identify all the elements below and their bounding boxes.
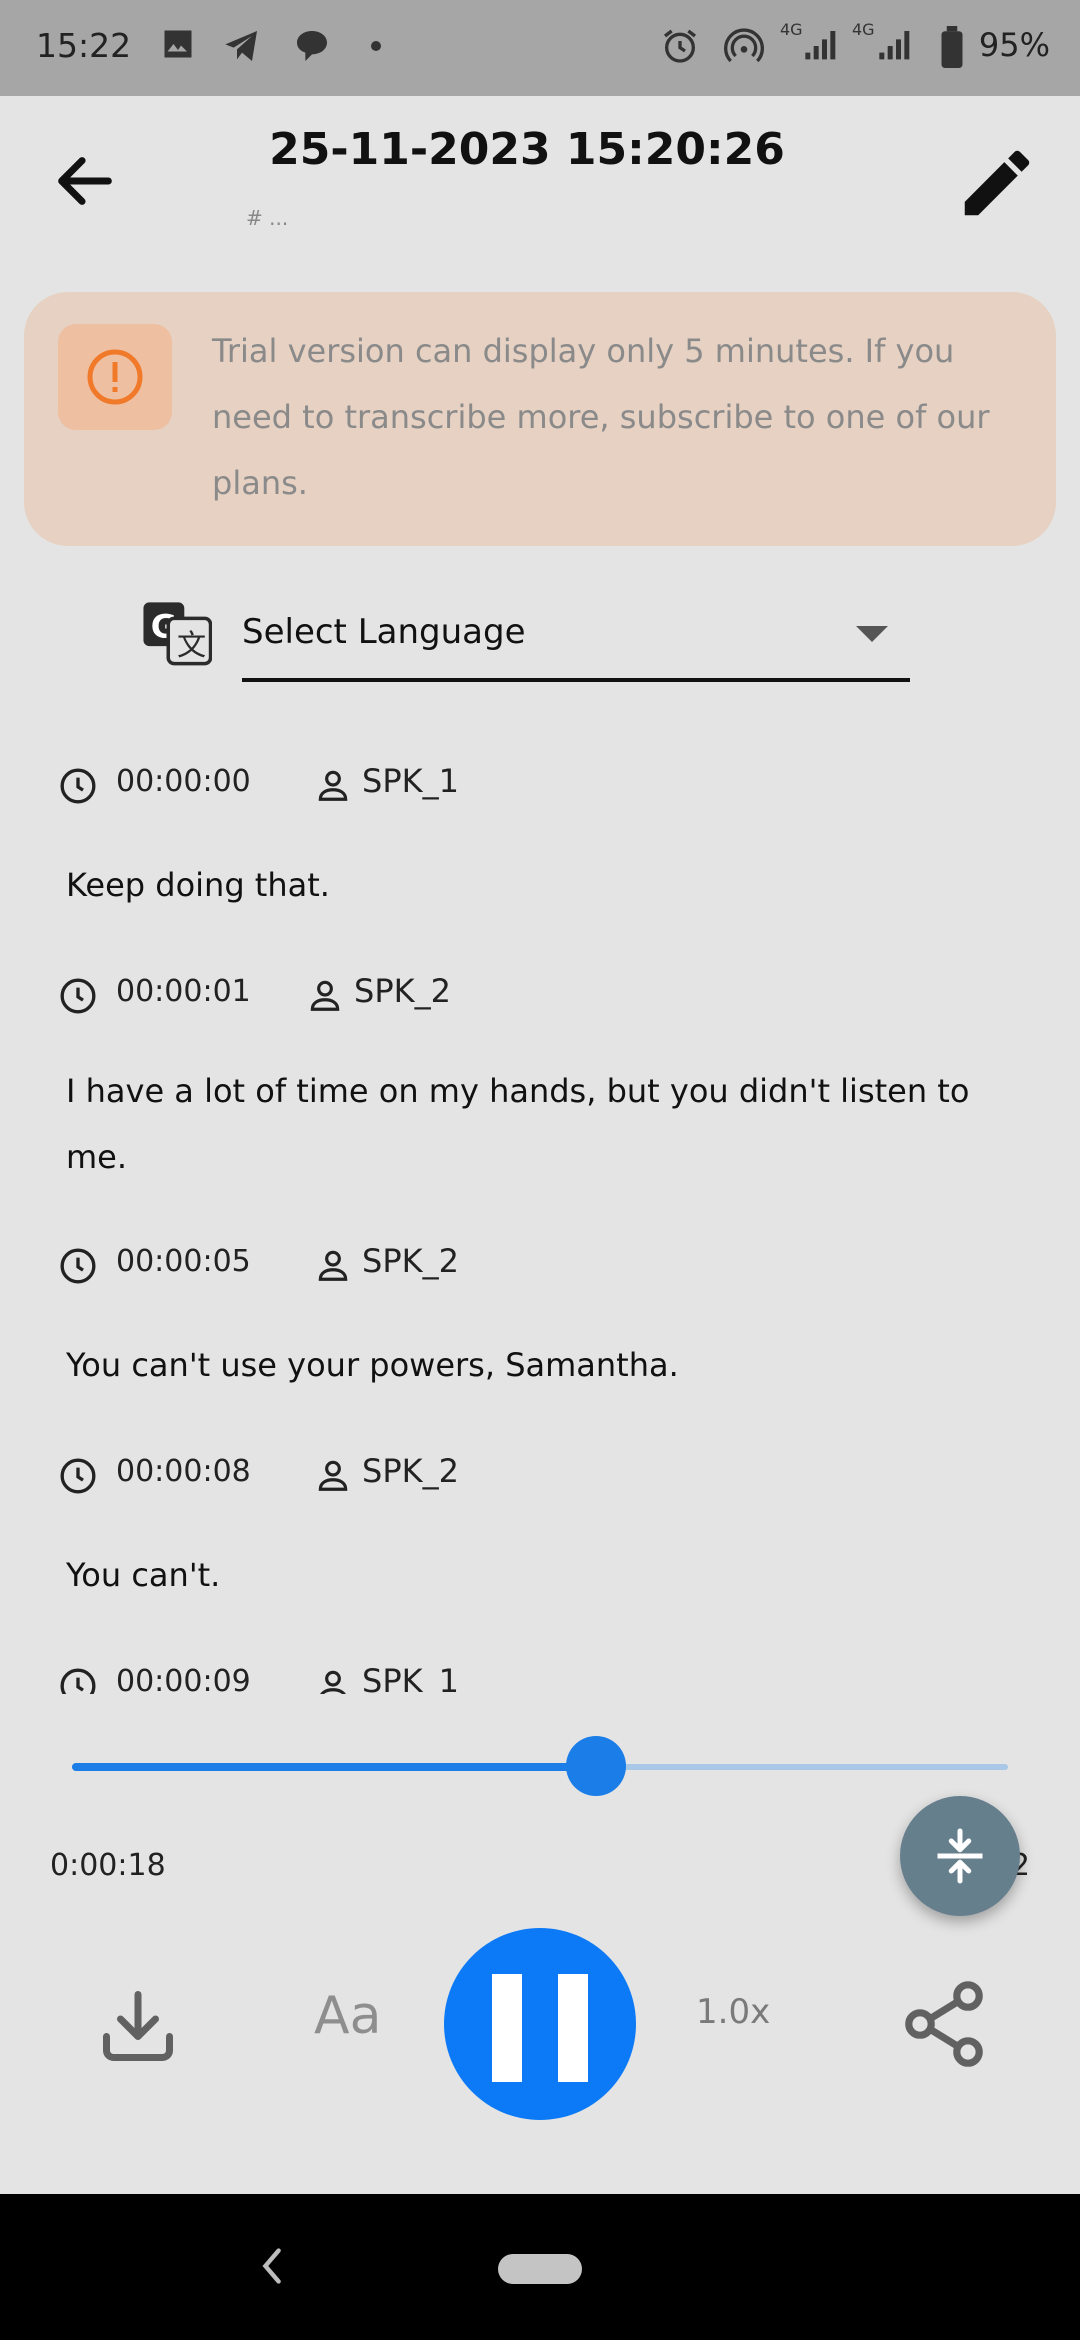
transcript-timestamp: 00:00:09 bbox=[116, 1664, 251, 1694]
warning-icon-box bbox=[58, 324, 172, 430]
pause-icon-bar-2 bbox=[558, 1974, 588, 2082]
speaker-label: SPK_2 bbox=[354, 972, 451, 1010]
language-dropdown[interactable]: Select Language bbox=[242, 596, 910, 682]
translate-icon: G 文 bbox=[143, 602, 212, 666]
chat-bubble-icon bbox=[297, 31, 327, 61]
telegram-icon bbox=[225, 31, 257, 61]
collapse-fab[interactable] bbox=[900, 1796, 1020, 1916]
app-bar: 25-11-2023 15:20:26 # ... bbox=[0, 96, 1080, 276]
transcript-timestamp: 00:00:05 bbox=[116, 1244, 251, 1279]
pause-icon bbox=[492, 1974, 522, 2082]
font-size-icon[interactable]: Aa bbox=[314, 1986, 381, 2046]
language-dropdown-label: Select Language bbox=[242, 612, 526, 652]
dot-icon bbox=[371, 41, 381, 51]
current-time: 0:00:18 bbox=[50, 1848, 166, 1883]
status-time: 15:22 bbox=[36, 26, 132, 65]
nav-back-icon[interactable] bbox=[254, 2244, 290, 2288]
warning-icon bbox=[87, 349, 143, 405]
signal-icon-2 bbox=[879, 31, 910, 60]
status-bar: 15:22 4G 4G 95% bbox=[0, 0, 1080, 96]
hotspot-icon bbox=[724, 28, 764, 63]
seek-bar-thumb[interactable] bbox=[566, 1736, 627, 1796]
seek-bar[interactable] bbox=[72, 1736, 1008, 1796]
page-title: 25-11-2023 15:20:26 bbox=[269, 124, 785, 175]
transcript-timestamp: 00:00:00 bbox=[116, 764, 251, 799]
seek-bar-progress bbox=[72, 1763, 597, 1771]
person-icon bbox=[318, 1460, 348, 1491]
trial-message: Trial version can display only 5 minutes… bbox=[212, 332, 990, 502]
speaker-label: SPK_2 bbox=[362, 1452, 459, 1490]
transcript-text: You can't. bbox=[66, 1556, 221, 1594]
speaker-label: SPK_1 bbox=[362, 1662, 459, 1694]
transcript-text: You can't use your powers, Samantha. bbox=[66, 1346, 679, 1384]
speaker-label: SPK_1 bbox=[362, 762, 459, 800]
pause-button[interactable] bbox=[444, 1928, 636, 2120]
nav-home-pill[interactable] bbox=[498, 2254, 582, 2284]
player-controls: Aa 1.0x bbox=[0, 1920, 1080, 2120]
network-type-label-2: 4G bbox=[852, 20, 875, 39]
download-icon[interactable] bbox=[96, 1984, 180, 2068]
transcript-timestamp: 00:00:08 bbox=[116, 1454, 251, 1489]
person-icon bbox=[318, 1250, 348, 1281]
clock-icon bbox=[60, 1458, 96, 1494]
clock-icon bbox=[60, 768, 96, 804]
system-nav-bar bbox=[0, 2194, 1080, 2340]
person-icon bbox=[320, 1670, 346, 1694]
collapse-icon bbox=[937, 1828, 983, 1884]
share-icon[interactable] bbox=[896, 1976, 992, 2072]
language-row: G 文 Select Language bbox=[0, 596, 1080, 686]
dropdown-caret-icon bbox=[856, 626, 888, 642]
person-icon bbox=[318, 770, 348, 801]
speaker-label: SPK_2 bbox=[362, 1242, 459, 1280]
edit-pencil-icon[interactable] bbox=[954, 140, 1040, 226]
transcript-timestamp: 00:00:01 bbox=[116, 974, 251, 1009]
battery-icon bbox=[941, 26, 963, 68]
battery-percent: 95% bbox=[978, 26, 1050, 64]
page-subtitle[interactable]: # ... bbox=[246, 206, 288, 230]
trial-banner: Trial version can display only 5 minutes… bbox=[24, 292, 1056, 546]
svg-text:文: 文 bbox=[177, 628, 206, 662]
signal-icon bbox=[805, 31, 836, 60]
clock-icon bbox=[60, 1668, 96, 1694]
alarm-icon bbox=[664, 29, 696, 63]
transcript-text: Keep doing that. bbox=[66, 866, 330, 904]
clock-icon bbox=[60, 978, 96, 1014]
image-notification-icon bbox=[164, 30, 192, 58]
playback-speed-button[interactable]: 1.0x bbox=[696, 1992, 770, 2032]
person-icon bbox=[310, 980, 340, 1011]
transcript-list[interactable]: 00:00:00 SPK_1 Keep doing that. 00:00:01… bbox=[0, 740, 1080, 1694]
clock-icon bbox=[60, 1248, 96, 1284]
transcript-text: I have a lot of time on my hands, but yo… bbox=[66, 1072, 970, 1176]
